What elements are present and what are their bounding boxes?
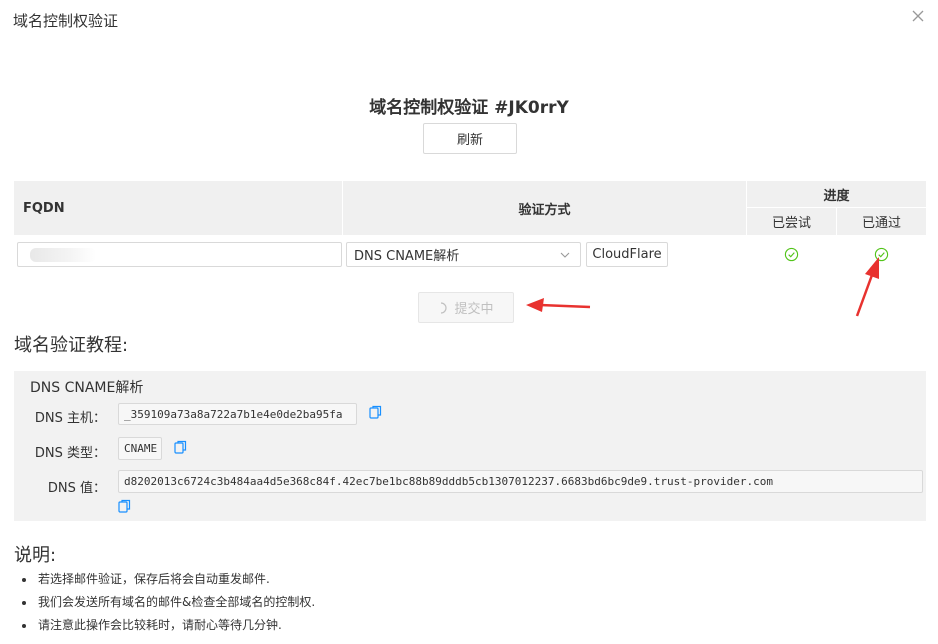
annotation-arrow-icon — [855, 257, 879, 317]
list-item: 请注意此操作会比较耗时，请耐心等待几分钟. — [20, 617, 315, 640]
refresh-button[interactable]: 刷新 — [423, 123, 517, 154]
method-select-value: DNS CNAME解析 — [354, 249, 460, 264]
method-select[interactable]: DNS CNAME解析 — [346, 242, 581, 267]
submit-label: 提交中 — [454, 302, 494, 317]
tutorial-heading: 域名验证教程: — [14, 335, 129, 356]
list-item: 若选择邮件验证，保存后将会自动重发邮件. — [20, 571, 315, 594]
notes-list: 若选择邮件验证，保存后将会自动重发邮件. 我们会发送所有域名的邮件&检查全部域名… — [20, 571, 315, 640]
copy-icon[interactable] — [174, 440, 187, 454]
column-header-method: 验证方式 — [343, 181, 747, 235]
provider-button-cloudflare[interactable]: CloudFlare — [586, 242, 668, 267]
page-title: 域名控制权验证 #JK0rrY — [369, 98, 569, 118]
dns-value-value[interactable]: d8202013c6724c3b484aa4d5e368c84f.42ec7be… — [118, 470, 923, 493]
list-item: 我们会发送所有域名的邮件&检查全部域名的控制权. — [20, 594, 315, 617]
copy-icon[interactable] — [369, 405, 382, 419]
check-circle-icon — [784, 247, 799, 262]
column-header-tried: 已尝试 — [747, 208, 837, 235]
annotation-arrow-icon — [526, 298, 591, 312]
spinner-icon — [441, 301, 448, 314]
column-header-progress: 进度 — [747, 181, 926, 208]
dialog-title: 域名控制权验证 — [13, 12, 119, 30]
close-icon[interactable] — [906, 4, 930, 28]
dns-host-value[interactable]: _359109a73a8a722a7b1e4e0de2ba95fa — [118, 403, 357, 425]
tutorial-panel: DNS CNAME解析 DNS 主机： _359109a73a8a722a7b1… — [14, 371, 926, 521]
table-header: FQDN 验证方式 进度 已尝试 已通过 — [14, 181, 926, 235]
table-row: DNS CNAME解析 CloudFlare — [14, 235, 926, 275]
column-header-fqdn: FQDN — [14, 181, 343, 235]
redacted-domain — [30, 248, 96, 262]
tutorial-method-title: DNS CNAME解析 — [30, 380, 144, 396]
dns-type-label: DNS 类型： — [34, 446, 106, 461]
copy-icon[interactable] — [118, 499, 131, 513]
notes-heading: 说明: — [14, 545, 57, 566]
dns-type-value[interactable]: CNAME — [118, 437, 162, 460]
submit-button[interactable]: 提交中 — [418, 292, 514, 323]
validation-table: FQDN 验证方式 进度 已尝试 已通过 DNS CNAME解析 CloudFl… — [14, 181, 926, 275]
chevron-down-icon — [560, 252, 570, 258]
dns-host-label: DNS 主机： — [34, 411, 106, 426]
dns-value-label: DNS 值： — [47, 481, 106, 496]
column-header-passed: 已通过 — [861, 216, 901, 231]
fqdn-input[interactable] — [17, 242, 342, 267]
